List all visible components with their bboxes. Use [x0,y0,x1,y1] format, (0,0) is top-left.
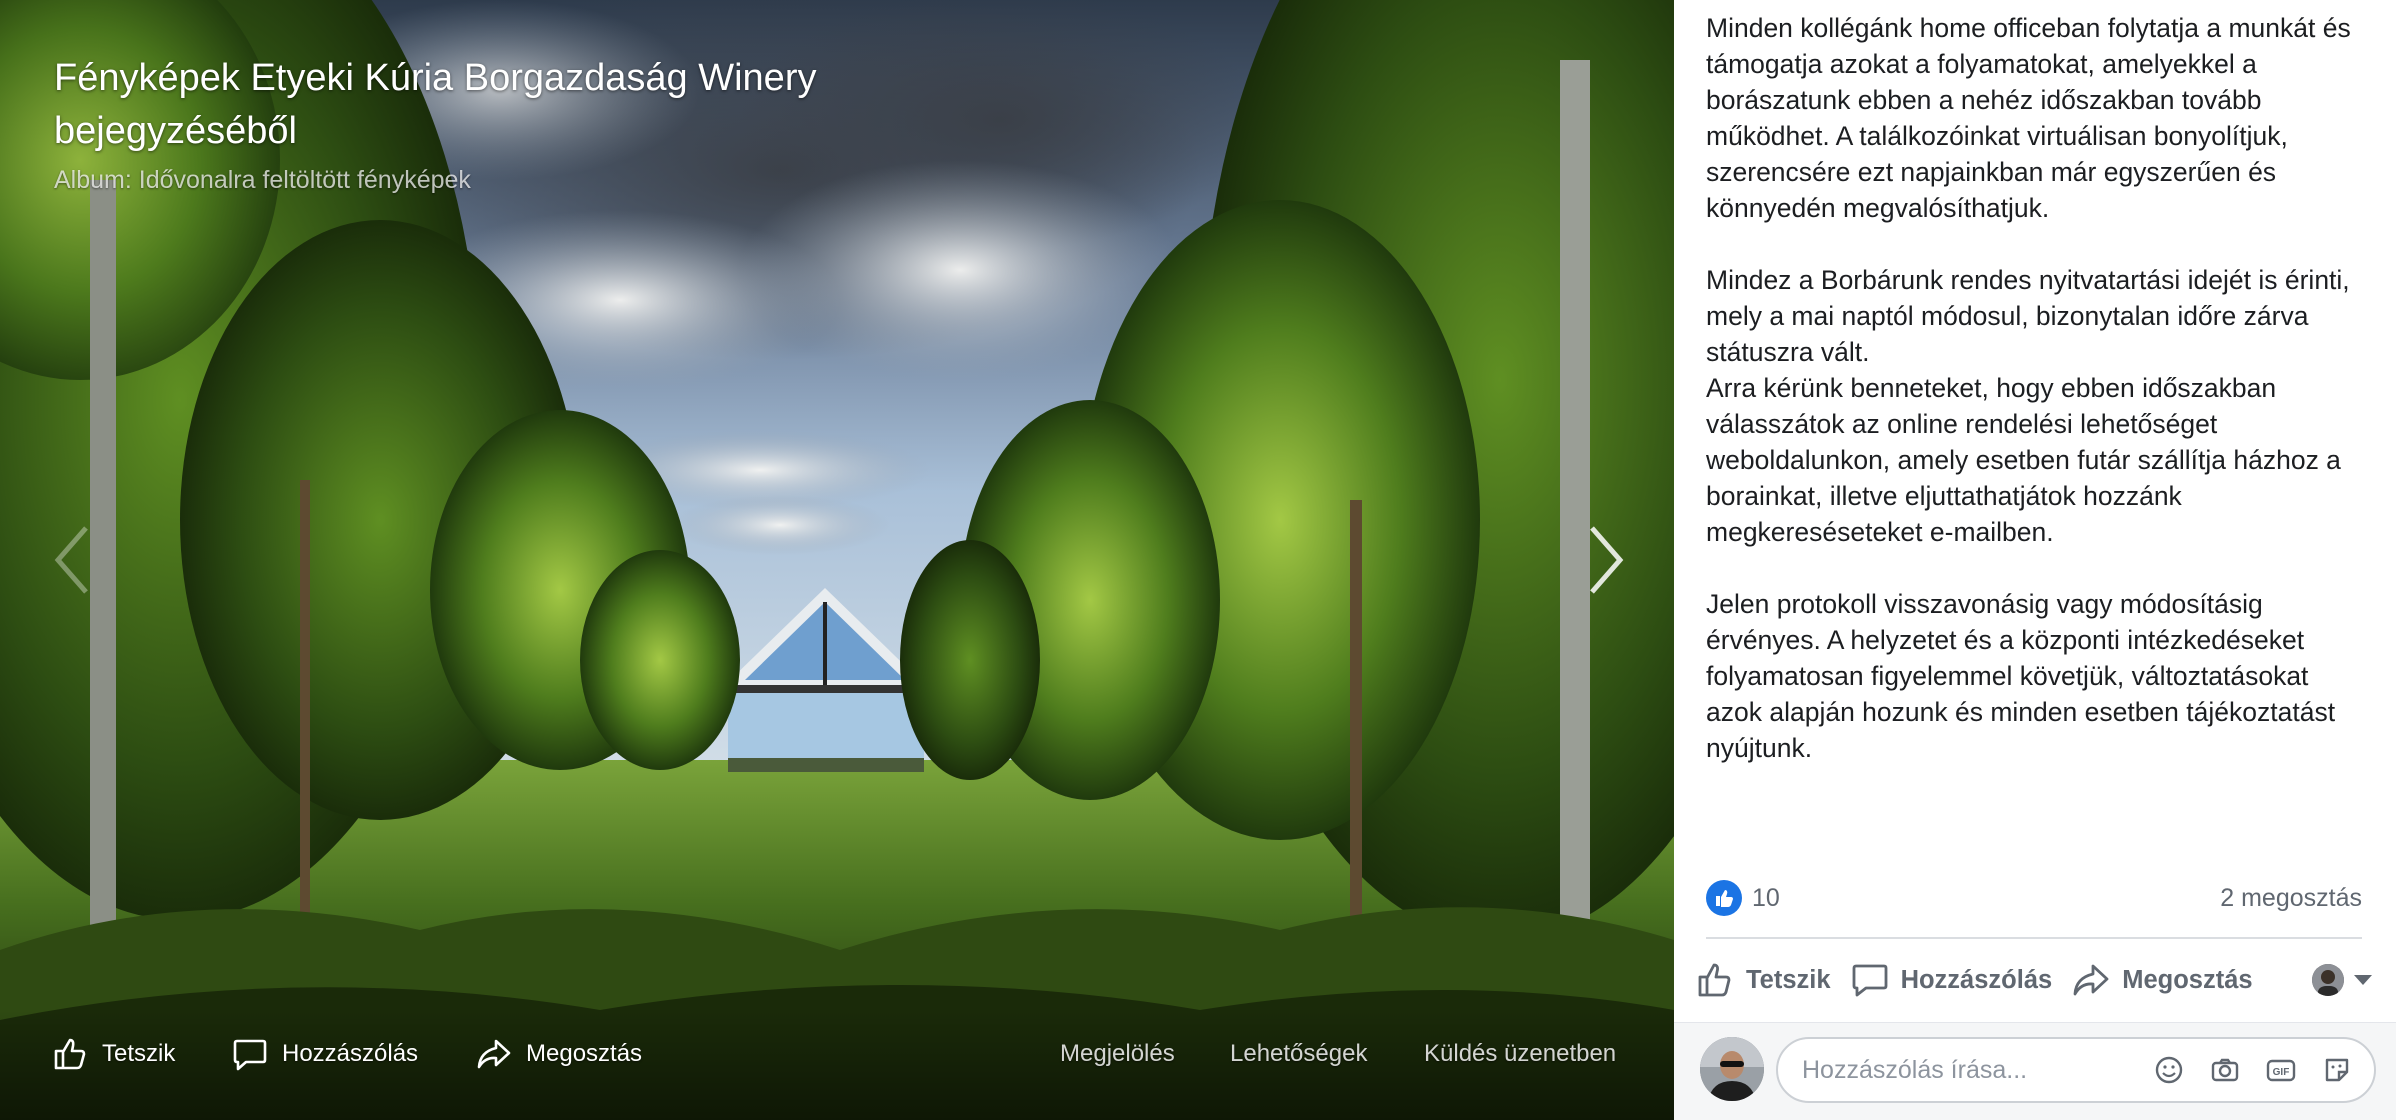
divider [1706,937,2362,939]
photo-viewer[interactable]: Fényképek Etyeki Kúria Borgazdaság Winer… [0,0,1674,1120]
comment-icon [1852,964,1887,997]
photo-comment-label: Hozzászólás [282,1040,419,1067]
avatar[interactable] [1700,1037,1764,1101]
share-icon [2073,964,2109,996]
share-button[interactable]: Megosztás [2072,961,2253,999]
tag-photo-link[interactable]: Megjelölés [1060,1040,1175,1068]
comment-icon [233,1039,267,1071]
like-reaction-icon[interactable] [1706,880,1742,916]
reaction-count[interactable]: 10 [1752,884,1780,913]
emoji-icon[interactable] [2150,1051,2188,1089]
comment-input[interactable] [1802,1055,2132,1085]
post-paragraph: Minden kollégánk home officeban folytatj… [1706,13,2359,223]
svg-text:GIF: GIF [2273,1067,2290,1078]
next-photo-button[interactable] [1576,520,1636,600]
comment-tools: GIF [2132,1051,2374,1089]
photo-share-button[interactable]: Megosztás [476,1034,642,1074]
reactions-summary: 10 2 megosztás [1706,876,2362,920]
post-text: Minden kollégánk home officeban folytatj… [1706,10,2366,766]
options-link[interactable]: Lehetőségek [1230,1040,1367,1068]
comment-field: GIF [1776,1037,2376,1103]
share-icon [477,1039,511,1069]
thumbs-up-icon [1698,963,1731,997]
comment-label: Hozzászólás [1900,965,2053,994]
like-button[interactable]: Tetszik [1696,961,1831,999]
photo-like-label: Tetszik [102,1040,176,1067]
chevron-left-icon [54,526,88,594]
photo-share-label: Megosztás [526,1040,643,1067]
gif-icon[interactable]: GIF [2262,1051,2300,1089]
post-paragraph: Jelen protokoll visszavonásig vagy módos… [1706,589,2343,763]
previous-photo-button[interactable] [42,520,102,600]
camera-icon[interactable] [2206,1051,2244,1089]
sticker-icon[interactable] [2318,1051,2356,1089]
thumbs-up-icon [54,1038,86,1070]
chevron-right-icon [1590,526,1624,594]
post-as-selector[interactable] [2312,964,2372,996]
album-link[interactable]: Album: Idővonalra feltöltött fényképek [54,166,471,195]
share-count[interactable]: 2 megosztás [2220,884,2362,913]
photo-like-button[interactable]: Tetszik [52,1034,175,1074]
thumbs-up-icon [1716,890,1733,907]
post-actions: Tetszik Hozzászólás Megosztás [1696,956,2372,1004]
share-label: Megosztás [2122,965,2253,994]
photo-title: Fényképek Etyeki Kúria Borgazdaság Winer… [54,57,817,152]
post-paragraph: Mindez a Borbárunk rendes nyitvatartási … [1706,265,2350,547]
comment-composer: GIF [1674,1022,2396,1120]
like-label: Tetszik [1746,965,1831,994]
photo-comment-button[interactable]: Hozzászólás [232,1034,418,1074]
send-in-message-link[interactable]: Küldés üzenetben [1424,1040,1616,1068]
chevron-down-icon [2354,975,2372,985]
comment-button[interactable]: Hozzászólás [1851,961,2053,999]
post-panel: Minden kollégánk home officeban folytatj… [1674,0,2396,1120]
avatar [2312,964,2344,996]
